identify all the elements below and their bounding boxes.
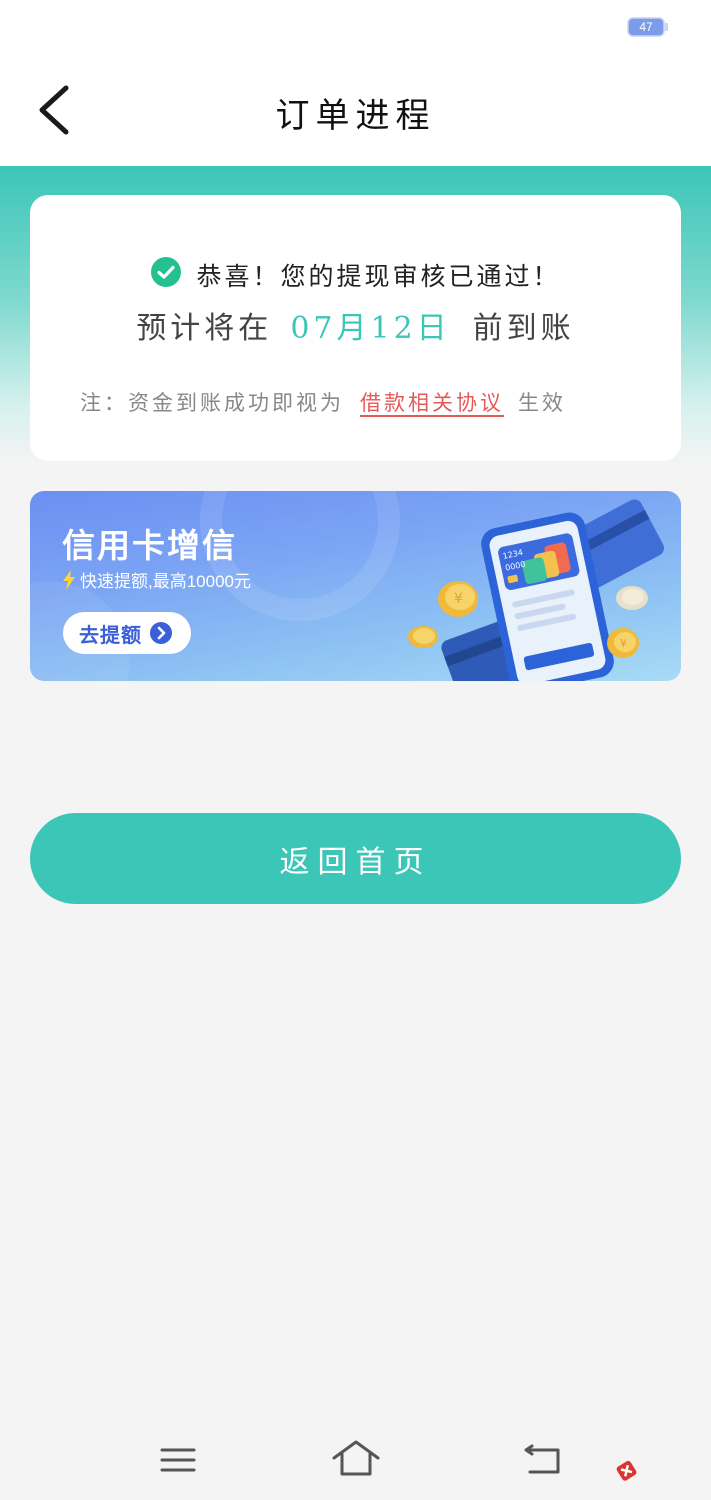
home-icon[interactable] <box>330 1436 382 1480</box>
arrow-right-circle-icon <box>150 622 172 644</box>
raise-limit-button[interactable]: 去提额 <box>63 612 191 654</box>
phone-card-illustration: 1234 0000 ¥ ¥ <box>370 491 681 681</box>
eta-suffix: 前到账 <box>472 311 575 346</box>
banner-subtitle: 快速提额,最高10000元 <box>80 572 251 591</box>
status-bar: 47 <box>0 0 711 56</box>
loan-agreement-link[interactable]: 借款相关协议 <box>360 387 504 417</box>
withdraw-result-card: 恭喜！您的提现审核已通过！ 预计将在 07月12日 前到账 注：资金到账成功即视… <box>30 195 681 461</box>
note-suffix: 生效 <box>518 391 566 415</box>
credit-card-promo-banner[interactable]: 信用卡增信 快速提额,最高10000元 去提额 1234 0000 ¥ ¥ <box>30 491 681 681</box>
svg-text:¥: ¥ <box>454 591 463 607</box>
battery-level: 47 <box>639 20 653 34</box>
eta-prefix: 预计将在 <box>136 311 273 346</box>
coin-icon: ¥ <box>438 581 478 617</box>
note-prefix: 注：资金到账成功即视为 <box>80 391 344 415</box>
banner-subtitle-row: 快速提额,最高10000元 <box>62 567 251 592</box>
congrats-message: 恭喜！您的提现审核已通过！ <box>196 262 561 291</box>
banner-title: 信用卡增信 <box>62 527 237 564</box>
return-home-label: 返回首页 <box>279 844 432 880</box>
community-watermark <box>606 1410 706 1490</box>
page-title: 订单进程 <box>275 96 436 136</box>
check-circle-icon <box>150 256 182 288</box>
top-app-bar: 订单进程 <box>0 56 711 166</box>
back-icon[interactable] <box>516 1438 568 1480</box>
arrival-estimate: 预计将在 07月12日 前到账 <box>30 303 681 347</box>
eta-date: 07月12日 <box>290 311 451 346</box>
return-home-button[interactable]: 返回首页 <box>30 813 681 904</box>
system-navigation-bar <box>0 1420 711 1500</box>
raise-limit-label: 去提额 <box>79 624 142 647</box>
agreement-note: 注：资金到账成功即视为 借款相关协议 生效 <box>80 385 641 419</box>
battery-icon: 47 <box>627 17 669 37</box>
lightning-icon <box>62 569 76 590</box>
menu-icon[interactable] <box>152 1440 204 1480</box>
svg-text:¥: ¥ <box>620 637 627 650</box>
congrats-row: 恭喜！您的提现审核已通过！ <box>30 255 681 295</box>
